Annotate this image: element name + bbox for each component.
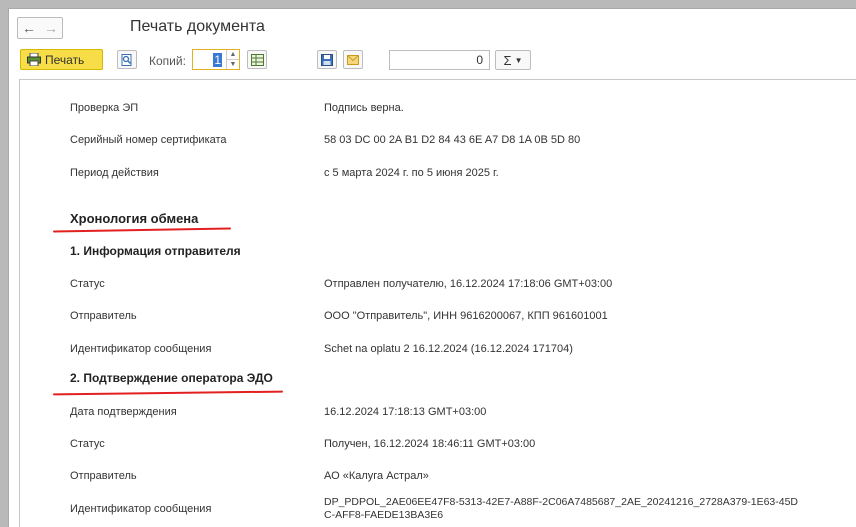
chevron-down-icon: ▼ <box>514 55 523 65</box>
section2-message-id-value: DP_PDPOL_2AE06EE47F8-5313-42E7-A88F-2C06… <box>324 496 799 508</box>
edit-button[interactable] <box>247 50 267 69</box>
section2-sender-label: Отправитель <box>70 470 137 482</box>
red-underline <box>52 227 232 233</box>
copies-stepper[interactable]: ▲ ▼ <box>226 50 239 69</box>
stepper-down-icon[interactable]: ▼ <box>227 59 239 69</box>
validity-period-value: с 5 марта 2024 г. по 5 июня 2025 г. <box>324 167 499 179</box>
signature-check-value: Подпись верна. <box>324 102 404 114</box>
envelope-icon <box>347 54 359 65</box>
print-window: ← → Печать документа Печать Копий: 1 ▲ ▼… <box>8 8 856 527</box>
section1-sender-value: ООО "Отправитель", ИНН 9616200067, КПП 9… <box>324 310 608 322</box>
stepper-up-icon[interactable]: ▲ <box>227 50 239 59</box>
section1-message-id-label: Идентификатор сообщения <box>70 343 212 355</box>
sum-field: 0 <box>389 50 490 70</box>
toolbar: Печать Копий: 1 ▲ ▼ 0 Σ ▼ <box>9 47 856 75</box>
window-title: Печать документа <box>130 18 265 35</box>
floppy-disk-icon <box>321 53 333 66</box>
save-button[interactable] <box>317 50 337 69</box>
section2-heading: 2. Подтверждение оператора ЭДО <box>70 371 273 385</box>
edit-table-icon <box>250 53 264 66</box>
print-button[interactable]: Печать <box>20 49 103 70</box>
sum-button[interactable]: Σ ▼ <box>495 50 531 70</box>
back-arrow-icon[interactable]: ← <box>17 17 41 39</box>
sigma-icon: Σ <box>503 52 512 68</box>
section1-status-label: Статус <box>70 278 105 290</box>
section2-message-id-value-cont: C-AFF8-FAEDE13BA3E6 <box>324 509 444 521</box>
copies-label: Копий: <box>149 54 186 68</box>
certificate-serial-value: 58 03 DC 00 2A B1 D2 84 43 6E A7 D8 1A 0… <box>324 134 581 146</box>
title-bar: ← → Печать документа <box>9 9 856 45</box>
section2-status-value: Получен, 16.12.2024 18:46:11 GMT+03:00 <box>324 438 536 450</box>
section2-message-id-label: Идентификатор сообщения <box>70 503 212 515</box>
section1-message-id-value: Schet na oplatu 2 16.12.2024 (16.12.2024… <box>324 343 573 355</box>
chronology-heading: Хронология обмена <box>70 211 199 226</box>
forward-arrow-icon[interactable]: → <box>40 17 63 39</box>
signature-check-label: Проверка ЭП <box>70 102 139 114</box>
section2-confirm-date-label: Дата подтверждения <box>70 406 177 418</box>
preview-button[interactable] <box>117 50 137 69</box>
validity-period-label: Период действия <box>70 167 159 179</box>
printer-icon <box>27 53 41 66</box>
section2-confirm-date-value: 16.12.2024 17:18:13 GMT+03:00 <box>324 406 487 418</box>
section2-status-label: Статус <box>70 438 105 450</box>
section1-status-value: Отправлен получателю, 16.12.2024 17:18:0… <box>324 278 613 290</box>
section1-heading: 1. Информация отправителя <box>70 244 241 258</box>
section2-sender-value: АО «Калуга Астрал» <box>324 470 429 482</box>
send-email-button[interactable] <box>343 50 363 69</box>
document-content: Проверка ЭП Подпись верна. Серийный номе… <box>19 79 856 527</box>
certificate-serial-label: Серийный номер сертификата <box>70 134 227 146</box>
section1-sender-label: Отправитель <box>70 310 137 322</box>
copies-value: 1 <box>213 52 222 67</box>
copies-input[interactable]: 1 ▲ ▼ <box>192 49 240 70</box>
red-underline <box>52 390 284 396</box>
print-button-label: Печать <box>45 52 85 67</box>
magnifier-icon <box>121 53 132 66</box>
